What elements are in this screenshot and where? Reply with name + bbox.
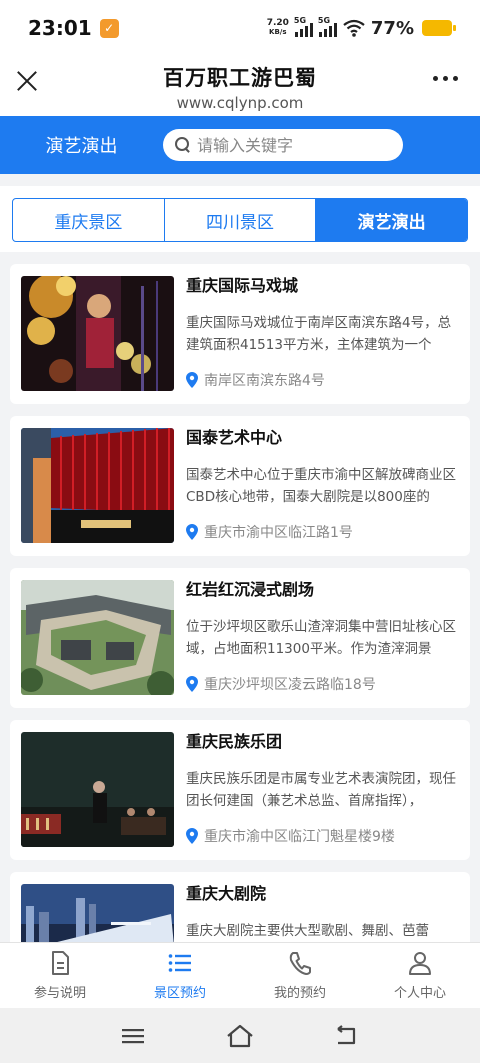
tab-performance[interactable]: 演艺演出 bbox=[316, 199, 467, 241]
tab-chongqing[interactable]: 重庆景区 bbox=[13, 199, 165, 241]
title-bar: 百万职工游巴蜀 www.cqlynp.com bbox=[0, 56, 480, 116]
venue-description: 重庆国际马戏城位于南岸区南滨东路4号，总建筑面积41513平方米，主体建筑为一个 bbox=[186, 315, 452, 353]
home-icon[interactable] bbox=[225, 1024, 255, 1048]
signal-icon: 5G bbox=[318, 16, 337, 37]
venue-location: 南岸区南滨东路4号 bbox=[186, 370, 325, 390]
net-speed: 7.20 KB/s bbox=[266, 18, 289, 37]
venue-title: 重庆国际马戏城 bbox=[186, 276, 299, 295]
list-item[interactable]: 重庆民族乐团 重庆民族乐团是市属专业艺术表演院团，现任团长何建国（兼艺术总监、首… bbox=[10, 720, 470, 860]
status-bar: 23:01 ✓ 7.20 KB/s 5G 5G 77% bbox=[0, 0, 480, 56]
venue-title: 红岩红沉浸式剧场 bbox=[186, 580, 315, 599]
venue-thumbnail bbox=[21, 732, 174, 847]
user-icon bbox=[409, 952, 431, 975]
venue-thumbnail bbox=[21, 276, 174, 391]
system-nav-bar bbox=[0, 1008, 480, 1063]
location-pin-icon bbox=[186, 676, 198, 692]
list-item[interactable]: 重庆国际马戏城 重庆国际马戏城位于南岸区南滨东路4号，总建筑面积41513平方米… bbox=[10, 264, 470, 404]
menu-icon[interactable] bbox=[120, 1026, 146, 1046]
document-icon bbox=[52, 951, 69, 975]
venue-location: 重庆市渝中区临江门魁星楼9楼 bbox=[186, 826, 395, 846]
close-icon[interactable] bbox=[14, 68, 40, 94]
venue-thumbnail bbox=[21, 428, 174, 543]
section-header: 演艺演出 bbox=[0, 116, 480, 174]
nav-my-booking[interactable]: 我的预约 bbox=[240, 943, 360, 1008]
nav-scenic-booking[interactable]: 景区预约 bbox=[120, 943, 240, 1008]
venue-location: 重庆沙坪坝区凌云路临18号 bbox=[186, 674, 376, 694]
status-time: 23:01 bbox=[28, 16, 92, 40]
location-pin-icon bbox=[186, 828, 198, 844]
bottom-nav: 参与说明 景区预约 我的预约 个人中心 bbox=[0, 942, 480, 1008]
page-title: 百万职工游巴蜀 bbox=[163, 66, 317, 90]
battery-percent: 77% bbox=[370, 17, 414, 39]
location-pin-icon bbox=[186, 524, 198, 540]
page-url: www.cqlynp.com bbox=[176, 94, 304, 112]
category-tabs: 重庆景区 四川景区 演艺演出 bbox=[12, 198, 468, 242]
phone-icon bbox=[289, 952, 311, 975]
location-pin-icon bbox=[186, 372, 198, 388]
venue-title: 国泰艺术中心 bbox=[186, 428, 283, 447]
signal-icon: 5G bbox=[294, 16, 313, 37]
venue-location: 重庆市渝中区临江路1号 bbox=[186, 522, 353, 542]
list-icon bbox=[168, 954, 191, 972]
back-icon[interactable] bbox=[334, 1024, 360, 1047]
nav-personal-center[interactable]: 个人中心 bbox=[360, 943, 480, 1008]
venue-title: 重庆民族乐团 bbox=[186, 732, 283, 751]
venue-title: 重庆大剧院 bbox=[186, 884, 267, 903]
venue-description: 位于沙坪坝区歌乐山渣滓洞集中营旧址核心区域，占地面积11300平米。作为渣滓洞景 bbox=[186, 619, 456, 657]
section-title: 演艺演出 bbox=[45, 136, 118, 157]
venue-description: 重庆民族乐团是市属专业艺术表演院团，现任团长何建国（兼艺术总监、首席指挥）， bbox=[186, 771, 456, 809]
venue-description: 国泰艺术中心位于重庆市渝中区解放碑商业区CBD核心地带，国泰大剧院是以800座的 bbox=[186, 467, 456, 505]
app-notification-icon: ✓ bbox=[99, 18, 119, 38]
battery-icon bbox=[422, 20, 456, 36]
nav-participation-guide[interactable]: 参与说明 bbox=[0, 943, 120, 1008]
tabs-area: 重庆景区 四川景区 演艺演出 bbox=[0, 186, 480, 252]
list-item[interactable]: 国泰艺术中心 国泰艺术中心位于重庆市渝中区解放碑商业区CBD核心地带，国泰大剧院… bbox=[10, 416, 470, 556]
list-item[interactable]: 红岩红沉浸式剧场 位于沙坪坝区歌乐山渣滓洞集中营旧址核心区域，占地面积11300… bbox=[10, 568, 470, 708]
search-icon bbox=[175, 137, 191, 153]
wifi-icon bbox=[343, 19, 365, 37]
tab-sichuan[interactable]: 四川景区 bbox=[165, 199, 317, 241]
search-box[interactable] bbox=[163, 129, 403, 161]
venue-thumbnail bbox=[21, 580, 174, 695]
search-input[interactable] bbox=[197, 135, 387, 155]
more-icon[interactable] bbox=[433, 76, 458, 81]
